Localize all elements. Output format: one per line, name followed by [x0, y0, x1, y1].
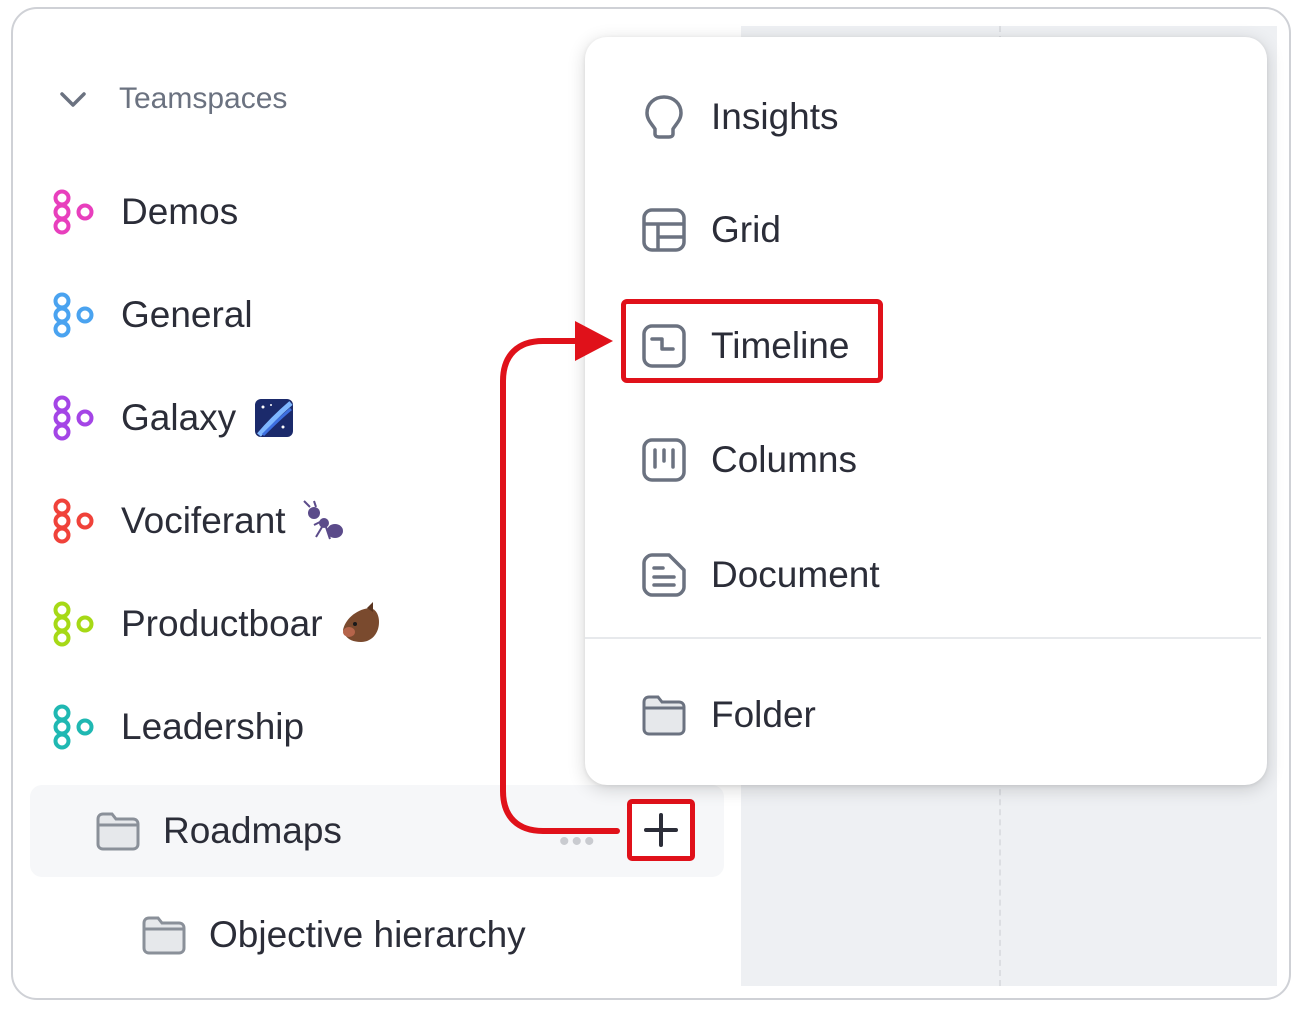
teamspace-icon	[49, 290, 99, 340]
teamspace-icon	[49, 599, 99, 649]
document-icon	[639, 550, 689, 600]
teamspaces-header[interactable]: Teamspaces	[57, 79, 287, 119]
teamspace-item-galaxy[interactable]: Galaxy	[49, 388, 296, 448]
folder-label: Objective hierarchy	[209, 914, 526, 955]
menu-item-label: Folder	[711, 694, 816, 735]
teamspace-label: Galaxy	[121, 397, 237, 438]
grid-icon	[639, 205, 689, 255]
teamspace-icon	[49, 187, 99, 237]
teamspace-icon	[49, 393, 99, 443]
add-view-menu: Insights Grid Timeline Columns Document …	[585, 37, 1267, 785]
teamspace-label: Leadership	[121, 706, 305, 747]
teamspace-item-productboar[interactable]: Productboar	[49, 594, 383, 654]
menu-divider	[585, 637, 1261, 639]
menu-item-label: Document	[711, 554, 880, 595]
plus-icon	[644, 813, 678, 847]
menu-item-document[interactable]: Document	[639, 545, 880, 605]
teamspace-item-general[interactable]: General	[49, 285, 253, 345]
columns-icon	[639, 435, 689, 485]
menu-item-insights[interactable]: Insights	[639, 87, 839, 147]
folder-label: Roadmaps	[163, 810, 342, 851]
menu-item-label: Columns	[711, 439, 857, 480]
menu-item-columns[interactable]: Columns	[639, 430, 857, 490]
teamspace-icon	[49, 702, 99, 752]
more-options-icon[interactable]: •••	[559, 825, 597, 859]
chevron-down-icon[interactable]	[57, 83, 89, 115]
menu-item-grid[interactable]: Grid	[639, 200, 781, 260]
teamspace-item-vociferant[interactable]: Vociferant	[49, 491, 346, 551]
folder-icon	[95, 808, 141, 854]
ant-emoji-icon	[302, 499, 346, 543]
teamspace-label: Vociferant	[121, 500, 286, 541]
menu-item-folder[interactable]: Folder	[639, 685, 816, 745]
teamspaces-label: Teamspaces	[119, 82, 288, 115]
folder-icon	[141, 912, 187, 958]
lightbulb-icon	[639, 92, 689, 142]
teamspace-item-demos[interactable]: Demos	[49, 182, 238, 242]
teamspace-label: Demos	[121, 191, 239, 232]
timeline-icon	[639, 321, 689, 371]
teamspace-label: General	[121, 294, 253, 335]
folder-item-roadmaps[interactable]: Roadmaps	[95, 801, 342, 861]
menu-item-timeline[interactable]: Timeline	[639, 316, 849, 376]
teamspace-item-leadership[interactable]: Leadership	[49, 697, 304, 757]
folder-item-objective-hierarchy[interactable]: Objective hierarchy	[141, 905, 526, 965]
menu-item-label: Insights	[711, 96, 839, 137]
teamspace-label: Productboar	[121, 603, 323, 644]
add-button[interactable]	[627, 799, 695, 861]
menu-item-label: Grid	[711, 209, 781, 250]
menu-item-label: Timeline	[711, 325, 850, 366]
boar-emoji-icon	[339, 602, 383, 646]
app-window: Teamspaces Demos General Galaxy Vocifera…	[11, 7, 1291, 1000]
folder-icon	[639, 690, 689, 740]
galaxy-emoji-icon	[252, 396, 296, 440]
teamspace-icon	[49, 496, 99, 546]
